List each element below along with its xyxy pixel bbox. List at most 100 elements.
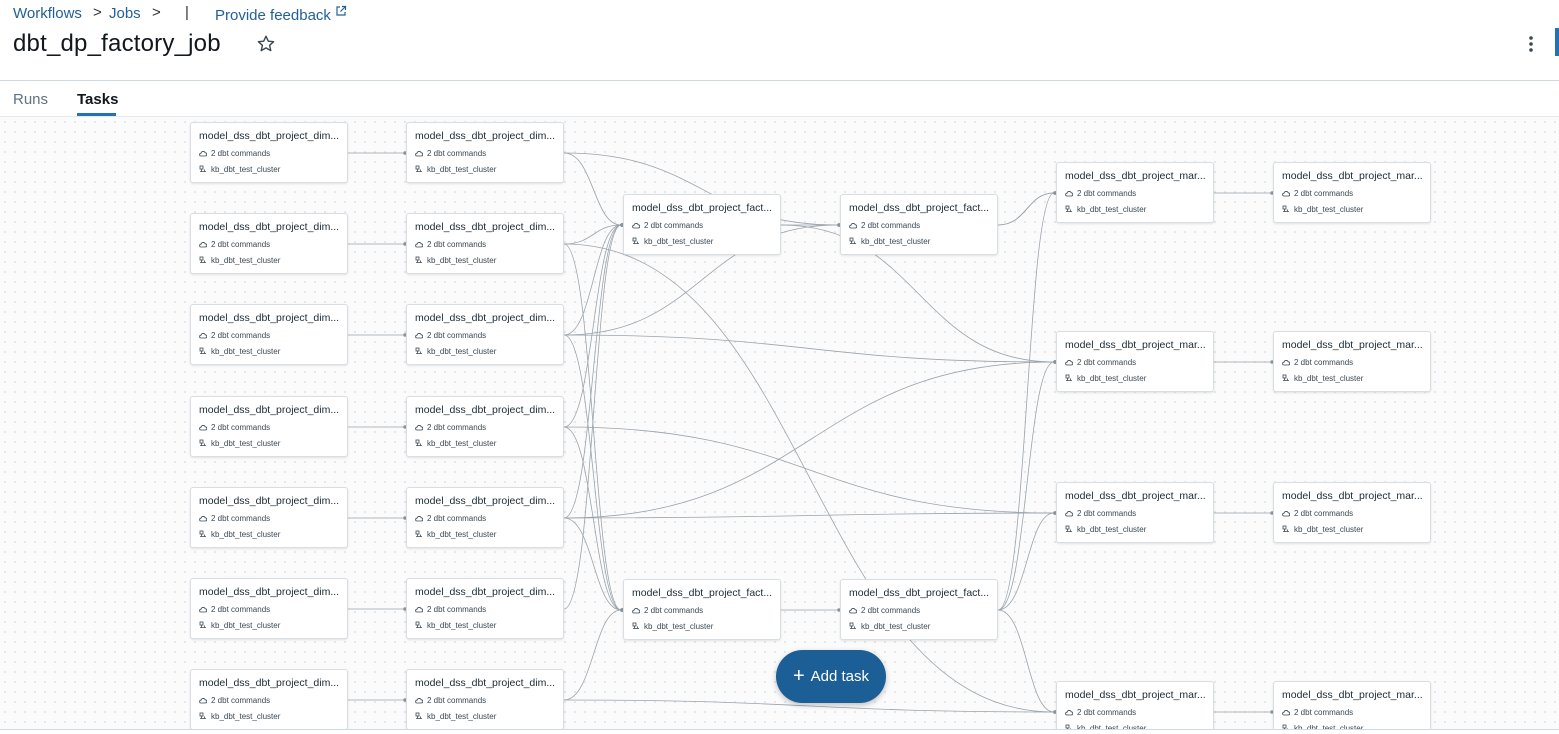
task-cluster-label: kb_dbt_test_cluster xyxy=(861,622,931,631)
task-title: model_dss_dbt_project_dim... xyxy=(415,404,556,416)
task-dag-canvas[interactable]: model_dss_dbt_project_dim... 2 dbt comman… xyxy=(0,117,1559,729)
task-node[interactable]: model_dss_dbt_project_mar... 2 dbt comman… xyxy=(1273,331,1431,392)
task-node[interactable]: model_dss_dbt_project_dim... 2 dbt comman… xyxy=(406,396,564,457)
add-task-button[interactable]: + Add task xyxy=(776,650,886,703)
dbt-cloud-icon xyxy=(1065,509,1077,518)
task-cluster-label: kb_dbt_test_cluster xyxy=(211,621,281,630)
task-cluster: kb_dbt_test_cluster xyxy=(199,256,280,265)
task-cluster: kb_dbt_test_cluster xyxy=(849,237,930,246)
task-commands-label: 2 dbt commands xyxy=(644,606,704,615)
task-cluster: kb_dbt_test_cluster xyxy=(199,439,280,448)
dbt-cloud-icon xyxy=(849,221,861,230)
task-commands-label: 2 dbt commands xyxy=(211,240,271,249)
task-cluster: kb_dbt_test_cluster xyxy=(415,621,496,630)
task-title: model_dss_dbt_project_fact... xyxy=(632,202,773,214)
task-node[interactable]: model_dss_dbt_project_dim... 2 dbt comman… xyxy=(406,669,564,729)
dbt-cloud-icon xyxy=(199,331,211,340)
task-commands: 2 dbt commands xyxy=(415,514,486,523)
task-commands-label: 2 dbt commands xyxy=(211,514,271,523)
task-node[interactable]: model_dss_dbt_project_dim... 2 dbt comman… xyxy=(190,487,348,548)
task-node[interactable]: model_dss_dbt_project_fact... 2 dbt comma… xyxy=(623,194,781,255)
task-commands: 2 dbt commands xyxy=(199,696,270,705)
task-cluster: kb_dbt_test_cluster xyxy=(632,237,713,246)
task-commands-label: 2 dbt commands xyxy=(211,149,271,158)
cluster-icon xyxy=(415,347,427,356)
task-commands-label: 2 dbt commands xyxy=(1077,708,1137,717)
cluster-icon xyxy=(415,621,427,630)
task-node[interactable]: model_dss_dbt_project_mar... 2 dbt comman… xyxy=(1273,162,1431,223)
cluster-icon xyxy=(1282,205,1294,214)
breadcrumb-jobs[interactable]: Jobs xyxy=(109,5,141,22)
task-commands-label: 2 dbt commands xyxy=(427,240,487,249)
tab-tasks[interactable]: Tasks xyxy=(77,91,118,108)
task-commands: 2 dbt commands xyxy=(415,696,486,705)
task-commands: 2 dbt commands xyxy=(1282,509,1353,518)
task-node[interactable]: model_dss_dbt_project_fact... 2 dbt comma… xyxy=(840,579,998,640)
task-node[interactable]: model_dss_dbt_project_dim... 2 dbt comman… xyxy=(190,213,348,274)
task-node[interactable]: model_dss_dbt_project_mar... 2 dbt comman… xyxy=(1273,482,1431,543)
task-cluster: kb_dbt_test_cluster xyxy=(199,347,280,356)
task-cluster-label: kb_dbt_test_cluster xyxy=(1077,525,1147,534)
dependency-edge xyxy=(563,361,1055,519)
kebab-menu-icon[interactable] xyxy=(1522,34,1540,54)
task-node[interactable]: model_dss_dbt_project_dim... 2 dbt comman… xyxy=(406,213,564,274)
task-title: model_dss_dbt_project_dim... xyxy=(415,677,556,689)
task-commands: 2 dbt commands xyxy=(1065,189,1136,198)
task-commands: 2 dbt commands xyxy=(849,221,920,230)
dbt-cloud-icon xyxy=(199,605,211,614)
task-commands: 2 dbt commands xyxy=(415,605,486,614)
cluster-icon xyxy=(632,237,644,246)
task-commands: 2 dbt commands xyxy=(199,605,270,614)
side-panel-edge[interactable] xyxy=(1555,28,1559,56)
task-node[interactable]: model_dss_dbt_project_dim... 2 dbt comman… xyxy=(406,122,564,183)
dbt-cloud-icon xyxy=(849,606,861,615)
task-node[interactable]: model_dss_dbt_project_dim... 2 dbt comman… xyxy=(190,396,348,457)
task-title: model_dss_dbt_project_fact... xyxy=(849,202,990,214)
task-cluster-label: kb_dbt_test_cluster xyxy=(861,237,931,246)
task-cluster-label: kb_dbt_test_cluster xyxy=(211,712,281,721)
task-title: model_dss_dbt_project_mar... xyxy=(1282,490,1423,502)
task-commands-label: 2 dbt commands xyxy=(1077,509,1137,518)
task-cluster: kb_dbt_test_cluster xyxy=(199,530,280,539)
task-commands: 2 dbt commands xyxy=(849,606,920,615)
dbt-cloud-icon xyxy=(1065,358,1077,367)
task-cluster-label: kb_dbt_test_cluster xyxy=(427,439,497,448)
task-commands: 2 dbt commands xyxy=(199,240,270,249)
task-node[interactable]: model_dss_dbt_project_dim... 2 dbt comman… xyxy=(190,122,348,183)
provide-feedback-link[interactable]: Provide feedback xyxy=(215,5,347,24)
task-node[interactable]: model_dss_dbt_project_dim... 2 dbt comman… xyxy=(190,578,348,639)
task-node[interactable]: model_dss_dbt_project_fact... 2 dbt comma… xyxy=(840,194,998,255)
dependency-edge xyxy=(563,224,622,245)
dbt-cloud-icon xyxy=(1065,708,1077,717)
cluster-icon xyxy=(849,622,861,631)
task-commands-label: 2 dbt commands xyxy=(211,696,271,705)
task-node[interactable]: model_dss_dbt_project_mar... 2 dbt comman… xyxy=(1056,331,1214,392)
cluster-icon xyxy=(199,439,211,448)
dbt-cloud-icon xyxy=(199,423,211,432)
star-icon[interactable] xyxy=(256,34,276,54)
task-node[interactable]: model_dss_dbt_project_fact... 2 dbt comma… xyxy=(623,579,781,640)
task-node[interactable]: model_dss_dbt_project_mar... 2 dbt comman… xyxy=(1056,162,1214,223)
task-node[interactable]: model_dss_dbt_project_mar... 2 dbt comman… xyxy=(1273,681,1431,729)
dependency-edge xyxy=(563,426,1055,514)
task-cluster: kb_dbt_test_cluster xyxy=(1282,205,1363,214)
task-node[interactable]: model_dss_dbt_project_dim... 2 dbt comman… xyxy=(406,304,564,365)
dependency-edge xyxy=(563,426,622,611)
dbt-cloud-icon xyxy=(199,240,211,249)
dependency-edge xyxy=(563,609,622,701)
task-cluster-label: kb_dbt_test_cluster xyxy=(644,237,714,246)
task-node[interactable]: model_dss_dbt_project_dim... 2 dbt comman… xyxy=(406,578,564,639)
task-node[interactable]: model_dss_dbt_project_mar... 2 dbt comman… xyxy=(1056,482,1214,543)
cluster-icon xyxy=(1065,525,1077,534)
breadcrumb-workflows[interactable]: Workflows xyxy=(13,5,82,22)
dbt-cloud-icon xyxy=(415,423,427,432)
task-cluster-label: kb_dbt_test_cluster xyxy=(1294,374,1364,383)
task-cluster-label: kb_dbt_test_cluster xyxy=(427,165,497,174)
task-node[interactable]: model_dss_dbt_project_dim... 2 dbt comman… xyxy=(190,304,348,365)
task-node[interactable]: model_dss_dbt_project_mar... 2 dbt comman… xyxy=(1056,681,1214,729)
cluster-icon xyxy=(849,237,861,246)
header-divider xyxy=(0,80,1559,81)
tab-runs[interactable]: Runs xyxy=(13,91,48,108)
task-node[interactable]: model_dss_dbt_project_dim... 2 dbt comman… xyxy=(190,669,348,729)
task-node[interactable]: model_dss_dbt_project_dim... 2 dbt comman… xyxy=(406,487,564,548)
